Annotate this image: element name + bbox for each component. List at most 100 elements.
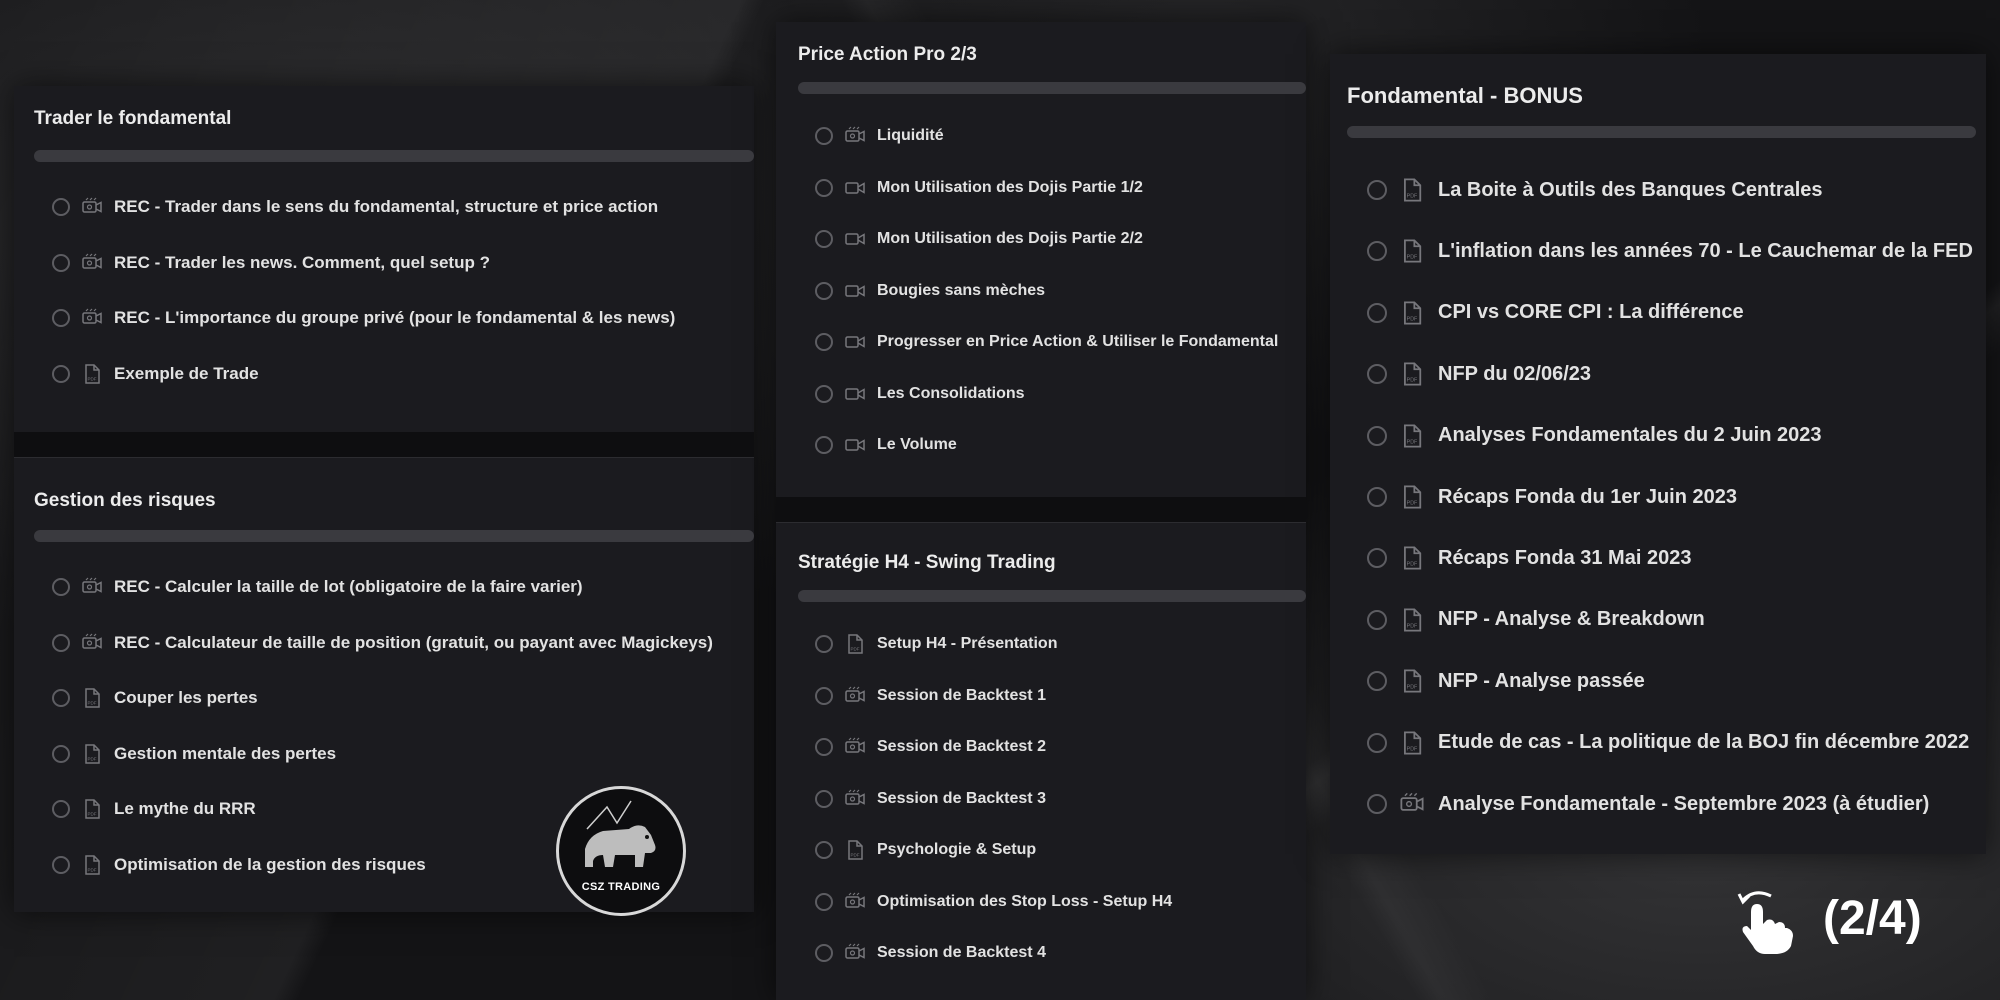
- lesson-title: NFP du 02/06/23: [1438, 362, 1592, 385]
- completion-radio[interactable]: [1367, 302, 1387, 323]
- lesson-item[interactable]: Analyse Fondamentale - Septembre 2023 (à…: [1367, 793, 1929, 815]
- lesson-item[interactable]: Le Volume: [815, 436, 957, 454]
- pdf-icon: PDF: [1399, 238, 1425, 264]
- svg-text:PDF: PDF: [88, 376, 97, 381]
- lesson-item[interactable]: Mon Utilisation des Dojis Partie 2/2: [815, 230, 1143, 248]
- completion-radio[interactable]: [52, 309, 70, 327]
- completion-radio[interactable]: [52, 633, 70, 652]
- completion-radio[interactable]: [1367, 732, 1387, 753]
- completion-radio[interactable]: [815, 738, 833, 756]
- lesson-item[interactable]: REC - L'importance du groupe privé (pour…: [52, 308, 675, 327]
- completion-radio[interactable]: [1367, 241, 1387, 262]
- completion-radio[interactable]: [815, 789, 833, 808]
- completion-radio[interactable]: [52, 578, 70, 596]
- lesson-item[interactable]: PDF L'inflation dans les années 70 - Le …: [1367, 238, 1973, 264]
- lesson-title: Couper les pertes: [114, 688, 258, 707]
- completion-radio[interactable]: [52, 253, 70, 272]
- lesson-item[interactable]: PDF Analyses Fondamentales du 2 Juin 202…: [1367, 424, 1821, 448]
- logo-text: CSZ TRADING: [581, 881, 661, 893]
- completion-radio[interactable]: [52, 689, 70, 707]
- lesson-item[interactable]: PDF Couper les pertes: [52, 688, 258, 708]
- lesson-item[interactable]: Bougies sans mèches: [815, 280, 1045, 302]
- completion-radio[interactable]: [815, 436, 833, 454]
- lesson-title: REC - Calculer la taille de lot (obligat…: [114, 577, 583, 596]
- lesson-item[interactable]: REC - Trader les news. Comment, quel set…: [52, 253, 490, 272]
- pdf-icon: PDF: [1399, 545, 1425, 571]
- pdf-icon: PDF: [1399, 607, 1425, 633]
- lesson-item[interactable]: PDF NFP du 02/06/23: [1367, 362, 1592, 386]
- lesson-item[interactable]: PDF CPI vs CORE CPI : La différence: [1367, 301, 1744, 325]
- lesson-title: CPI vs CORE CPI : La différence: [1438, 301, 1744, 324]
- svg-text:PDF: PDF: [88, 867, 97, 872]
- pager[interactable]: (2/4): [1725, 882, 1922, 954]
- completion-radio[interactable]: [1367, 548, 1387, 569]
- lesson-item[interactable]: PDF NFP - Analyse & Breakdown: [1367, 607, 1705, 633]
- completion-radio[interactable]: [52, 800, 70, 818]
- completion-radio[interactable]: [52, 744, 70, 763]
- lesson-item[interactable]: Session de Backtest 3: [815, 789, 1046, 808]
- lesson-item[interactable]: REC - Trader dans le sens du fondamental…: [52, 197, 659, 216]
- svg-text:PDF: PDF: [1407, 255, 1418, 261]
- bear-icon: [585, 800, 656, 867]
- completion-radio[interactable]: [815, 281, 833, 300]
- completion-radio[interactable]: [52, 364, 70, 383]
- lesson-item[interactable]: PDF Psychologie & Setup: [815, 839, 1037, 861]
- pdf-icon: PDF: [1399, 484, 1425, 510]
- completion-radio[interactable]: [1367, 609, 1387, 630]
- video-recording-icon: [844, 942, 866, 964]
- lesson-item[interactable]: Les Consolidations: [815, 384, 1025, 403]
- completion-radio[interactable]: [1367, 180, 1387, 200]
- lesson-title: Exemple de Trade: [114, 363, 259, 383]
- lesson-title: Optimisation de la gestion des risques: [114, 854, 426, 874]
- lesson-item[interactable]: Mon Utilisation des Dojis Partie 1/2: [815, 178, 1143, 197]
- lesson-item[interactable]: PDF Optimisation de la gestion des risqu…: [52, 854, 426, 875]
- completion-radio[interactable]: [1367, 487, 1387, 507]
- lesson-item[interactable]: PDF Gestion mentale des pertes: [52, 744, 336, 764]
- lesson-title: Les Consolidations: [877, 384, 1025, 402]
- completion-radio[interactable]: [815, 841, 833, 859]
- completion-radio[interactable]: [52, 198, 70, 216]
- lesson-item[interactable]: Session de Backtest 4: [815, 942, 1046, 964]
- completion-radio[interactable]: [1367, 425, 1387, 446]
- video-recording-icon: [844, 125, 866, 147]
- lesson-item[interactable]: Optimisation des Stop Loss - Setup H4: [815, 892, 1172, 911]
- completion-radio[interactable]: [815, 944, 833, 962]
- lesson-item[interactable]: PDF Récaps Fonda du 1er Juin 2023: [1367, 484, 1737, 510]
- lesson-title: L'inflation dans les années 70 - Le Cauc…: [1438, 239, 1973, 262]
- lesson-item[interactable]: PDF Récaps Fonda 31 Mai 2023: [1367, 545, 1691, 571]
- lesson-item[interactable]: PDF La Boite à Outils des Banques Centra…: [1367, 178, 1823, 202]
- completion-radio[interactable]: [815, 384, 833, 403]
- completion-radio[interactable]: [815, 635, 833, 653]
- pdf-icon: PDF: [844, 839, 866, 861]
- lesson-item[interactable]: Session de Backtest 1: [815, 686, 1046, 705]
- video-camera-icon: [844, 280, 866, 302]
- lesson-title: NFP - Analyse passée: [1438, 669, 1645, 692]
- lesson-item[interactable]: Liquidité: [815, 125, 944, 147]
- completion-radio[interactable]: [1367, 671, 1387, 692]
- completion-radio[interactable]: [815, 127, 833, 145]
- completion-radio[interactable]: [815, 178, 833, 197]
- completion-radio[interactable]: [815, 230, 833, 248]
- lesson-item[interactable]: PDF NFP - Analyse passée: [1367, 669, 1645, 693]
- lesson-item[interactable]: REC - Calculer la taille de lot (obligat…: [52, 577, 583, 596]
- lesson-title: REC - Trader dans le sens du fondamental…: [114, 197, 659, 216]
- lesson-item[interactable]: PDF Exemple de Trade: [52, 363, 259, 384]
- svg-text:PDF: PDF: [851, 853, 860, 858]
- lesson-item[interactable]: PDF Setup H4 - Présentation: [815, 634, 1057, 654]
- lesson-title: Session de Backtest 3: [877, 789, 1046, 807]
- lesson-title: Psychologie & Setup: [877, 841, 1037, 858]
- completion-radio[interactable]: [1367, 364, 1387, 385]
- section-divider-0-0: [14, 432, 754, 458]
- completion-radio[interactable]: [815, 892, 833, 911]
- video-camera-icon: [844, 331, 866, 353]
- completion-radio[interactable]: [815, 333, 833, 351]
- completion-radio[interactable]: [815, 686, 833, 705]
- lesson-item[interactable]: Progresser en Price Action & Utiliser le…: [815, 333, 1278, 351]
- lesson-item[interactable]: PDF Le mythe du RRR: [52, 799, 256, 819]
- svg-text:PDF: PDF: [1407, 194, 1418, 200]
- completion-radio[interactable]: [1367, 794, 1387, 814]
- lesson-item[interactable]: PDF Etude de cas - La politique de la BO…: [1367, 731, 1969, 755]
- lesson-item[interactable]: REC - Calculateur de taille de position …: [52, 633, 713, 652]
- completion-radio[interactable]: [52, 855, 70, 874]
- lesson-item[interactable]: Session de Backtest 2: [815, 737, 1046, 756]
